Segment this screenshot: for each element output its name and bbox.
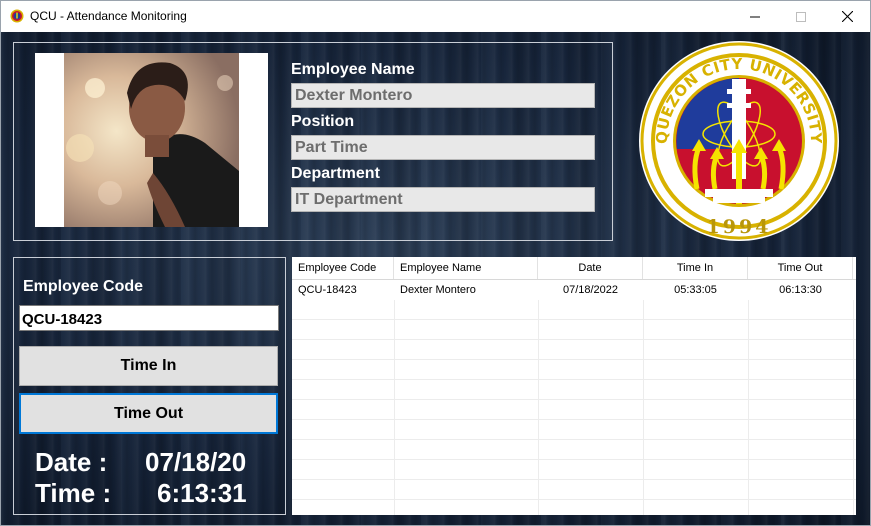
minimize-button[interactable]	[732, 1, 778, 32]
employee-code-label: Employee Code	[23, 278, 144, 295]
table-row[interactable]: QCU-18423 Dexter Montero 07/18/2022 05:3…	[292, 280, 856, 300]
time-in-button[interactable]: Time In	[19, 346, 278, 386]
seal-year: 1994	[707, 216, 772, 238]
attendance-table[interactable]: Employee Code Employee Name Date Time In…	[292, 257, 856, 515]
close-icon	[841, 11, 853, 22]
maximize-icon	[796, 11, 806, 22]
column-header-time-in[interactable]: Time In	[643, 257, 748, 279]
employee-name-field: Dexter Montero	[291, 83, 595, 108]
window-title: QCU - Attendance Monitoring	[30, 9, 187, 23]
maximize-button[interactable]	[778, 1, 824, 32]
column-header-employee-code[interactable]: Employee Code	[292, 257, 394, 279]
university-seal-logo: QUEZON CITY UNIVERSITY 1994	[639, 41, 839, 241]
grid-divider	[853, 300, 854, 515]
qcu-logo-icon	[10, 9, 24, 23]
cell-time-out: 06:13:30	[779, 284, 822, 296]
close-button[interactable]	[824, 1, 870, 32]
app-window: QCU - Attendance Monitoring Employee Nam…	[0, 0, 871, 526]
time-value: 6:13:31	[157, 478, 247, 508]
date-label: Date :	[35, 447, 108, 477]
column-header-time-out[interactable]: Time Out	[748, 257, 853, 279]
column-header-date[interactable]: Date	[538, 257, 643, 279]
date-value: 07/18/20	[145, 447, 247, 477]
table-header: Employee Code Employee Name Date Time In…	[292, 257, 856, 280]
grid-divider	[643, 300, 644, 515]
employee-name-label: Employee Name	[291, 61, 415, 78]
title-bar[interactable]: QCU - Attendance Monitoring	[1, 1, 870, 32]
grid-divider	[748, 300, 749, 515]
column-header-employee-name[interactable]: Employee Name	[394, 257, 538, 279]
cell-employee-code: QCU-18423	[298, 284, 357, 296]
position-field: Part Time	[291, 135, 595, 160]
grid-divider	[394, 300, 395, 515]
minimize-icon	[750, 16, 760, 17]
table-empty-area	[292, 300, 856, 515]
department-label: Department	[291, 165, 380, 182]
time-out-button[interactable]: Time Out	[19, 393, 278, 434]
cell-employee-name: Dexter Montero	[400, 284, 476, 296]
time-label: Time :	[35, 478, 112, 508]
employee-photo-image	[64, 53, 239, 227]
employee-photo	[35, 53, 268, 227]
position-label: Position	[291, 113, 355, 130]
grid-divider	[538, 300, 539, 515]
employee-code-input[interactable]	[19, 305, 279, 331]
cell-time-in: 05:33:05	[674, 284, 717, 296]
cell-date: 07/18/2022	[562, 284, 619, 296]
department-field: IT Department	[291, 187, 595, 212]
